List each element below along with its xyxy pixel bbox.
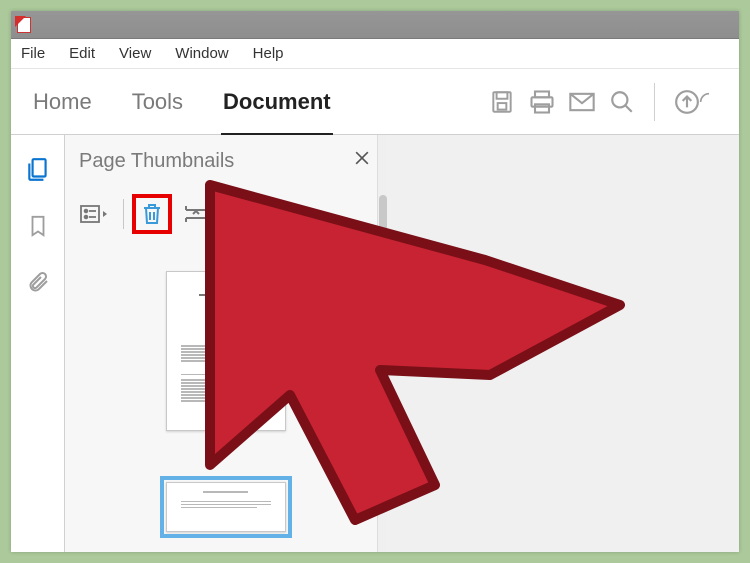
- content-area: [387, 135, 739, 552]
- rotate-ccw-icon[interactable]: [220, 194, 260, 234]
- tab-tools[interactable]: Tools: [132, 69, 183, 135]
- download-icon[interactable]: [699, 82, 719, 122]
- menu-file[interactable]: File: [21, 45, 45, 62]
- insert-page-icon[interactable]: [176, 194, 216, 234]
- thumbnail-label-1: 1: [221, 441, 229, 458]
- thumbnails-panel: Page Thumbnails: [65, 135, 387, 552]
- tab-document[interactable]: Document: [223, 69, 331, 135]
- thumbnail-page-1[interactable]: [166, 271, 286, 431]
- search-icon[interactable]: [602, 82, 642, 122]
- side-rail: [11, 135, 65, 552]
- panel-options-icon[interactable]: [75, 194, 115, 234]
- main-toolbar: Home Tools Document: [11, 69, 739, 135]
- rotate-cw-icon[interactable]: [264, 194, 304, 234]
- app-window: File Edit View Window Help Home Tools Do…: [11, 11, 739, 552]
- panel-title: Page Thumbnails: [79, 150, 234, 173]
- body-area: Page Thumbnails: [11, 135, 739, 552]
- tab-home[interactable]: Home: [33, 69, 92, 135]
- menubar: File Edit View Window Help: [11, 39, 739, 69]
- delete-page-icon[interactable]: [132, 194, 172, 234]
- thumbnails-rail-icon[interactable]: [23, 155, 53, 185]
- panel-toolbar-separator: [123, 199, 124, 229]
- thumbnails-list: 1: [65, 241, 386, 552]
- email-icon[interactable]: [562, 82, 602, 122]
- menu-help[interactable]: Help: [253, 45, 284, 62]
- menu-window[interactable]: Window: [175, 45, 228, 62]
- panel-scrollbar[interactable]: [377, 135, 387, 552]
- panel-close-icon[interactable]: [352, 148, 372, 174]
- thumbnail-page-2[interactable]: [166, 482, 286, 532]
- menu-view[interactable]: View: [119, 45, 151, 62]
- panel-toolbar: [65, 187, 386, 241]
- print-icon[interactable]: [522, 82, 562, 122]
- menu-edit[interactable]: Edit: [69, 45, 95, 62]
- attachments-rail-icon[interactable]: [23, 267, 53, 297]
- titlebar: [11, 11, 739, 39]
- app-pdf-icon: [15, 16, 33, 34]
- save-icon[interactable]: [482, 82, 522, 122]
- toolbar-separator: [654, 83, 655, 121]
- bookmarks-rail-icon[interactable]: [23, 211, 53, 241]
- panel-header: Page Thumbnails: [65, 135, 386, 187]
